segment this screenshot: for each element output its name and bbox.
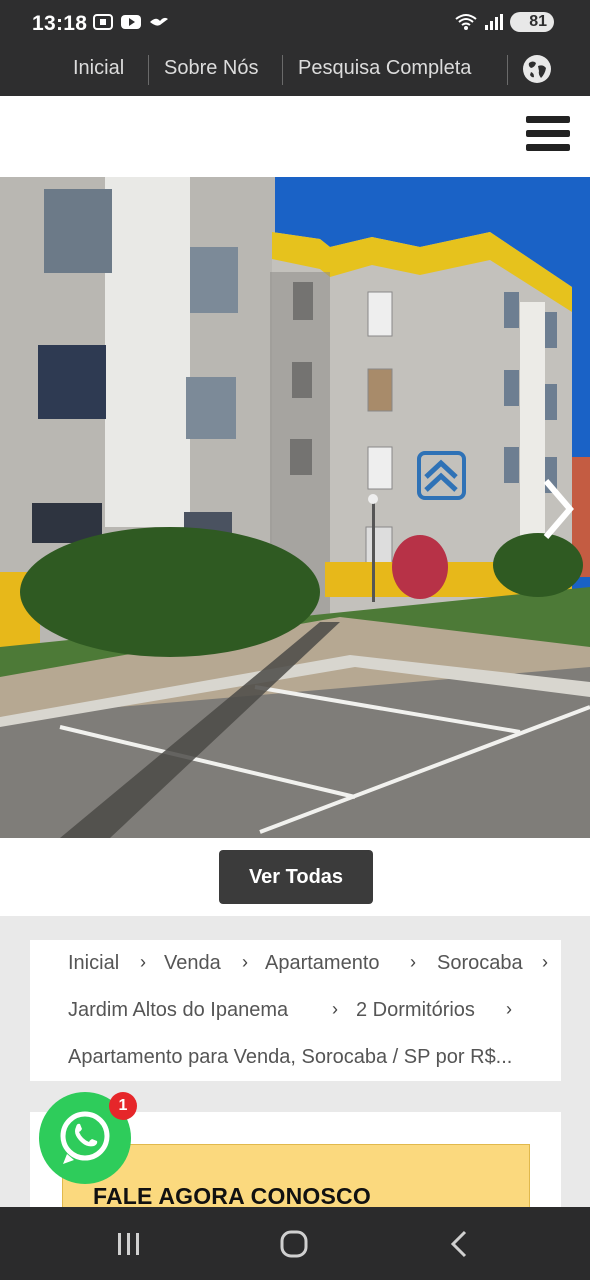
site-header [0, 96, 590, 177]
breadcrumb-chevron-icon: › [242, 952, 248, 972]
breadcrumb-chevron-icon: › [410, 952, 416, 972]
property-photo-image [0, 177, 590, 838]
nav-link-inicial[interactable]: Inicial [73, 57, 124, 80]
breadcrumb-current: Apartamento para Venda, Sorocaba / SP po… [68, 1046, 513, 1068]
nav-link-sobre-nos[interactable]: Sobre Nós [164, 57, 259, 80]
view-all-photos-button[interactable]: Ver Todas [219, 850, 373, 904]
property-photo[interactable] [0, 177, 590, 838]
breadcrumb-item[interactable]: Sorocaba [437, 952, 523, 975]
chevron-right-icon[interactable] [540, 477, 574, 541]
breadcrumb-item[interactable]: Apartamento [265, 952, 380, 975]
youtube-icon [121, 15, 141, 29]
breadcrumb-item[interactable]: 2 Dormitórios [356, 999, 475, 1022]
breadcrumb-chevron-icon: › [140, 952, 146, 972]
nav-divider [282, 55, 283, 85]
breadcrumb: Inicial › Venda › Apartamento › Sorocaba… [30, 940, 561, 1081]
breadcrumb-chevron-icon: › [506, 999, 512, 1019]
breadcrumb-item[interactable]: Venda [164, 952, 221, 975]
breadcrumb-chevron-icon: › [542, 952, 548, 972]
breadcrumb-item[interactable]: Jardim Altos do Ipanema [68, 999, 288, 1022]
screenshot-icon [93, 14, 113, 30]
nav-link-pesquisa-completa[interactable]: Pesquisa Completa [298, 57, 471, 80]
system-navigation-bar [0, 1207, 590, 1280]
globe-icon[interactable] [522, 54, 552, 84]
top-bar: 13:18 81 Inicial Sobre Nós Pesquisa Comp… [0, 0, 590, 96]
recent-apps-icon[interactable] [112, 1229, 146, 1259]
signal-icon [485, 14, 503, 30]
wifi-icon [455, 14, 477, 30]
top-navigation: Inicial Sobre Nós Pesquisa Completa [0, 52, 590, 88]
status-left-icons [92, 13, 170, 31]
battery-indicator: 81 [510, 12, 554, 32]
nav-divider [507, 55, 508, 85]
back-icon[interactable] [443, 1229, 477, 1259]
home-icon[interactable] [277, 1229, 311, 1259]
contact-title: FALE AGORA CONOSCO [93, 1183, 371, 1209]
status-right-icons: 81 [454, 12, 554, 32]
nav-divider [148, 55, 149, 85]
bird-icon [150, 17, 168, 26]
hamburger-menu-icon[interactable] [526, 116, 570, 156]
gallery-actions: Ver Todas [0, 838, 590, 916]
notification-badge: 1 [109, 1092, 137, 1120]
breadcrumb-item[interactable]: Inicial [68, 952, 119, 975]
status-time: 13:18 [32, 12, 88, 35]
breadcrumb-chevron-icon: › [332, 999, 338, 1019]
